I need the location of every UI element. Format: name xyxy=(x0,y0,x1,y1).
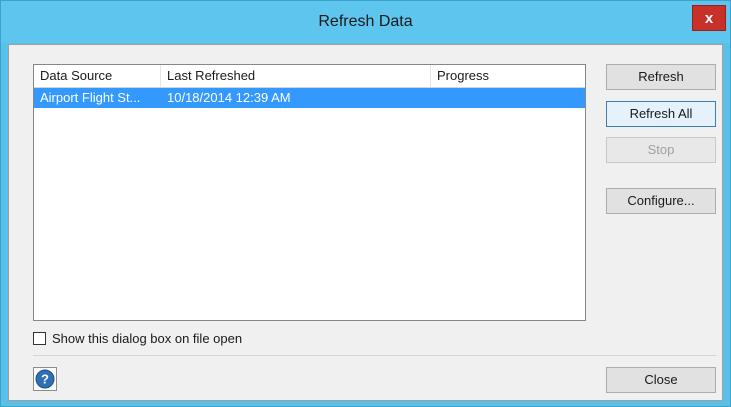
show-on-open-checkbox[interactable] xyxy=(33,332,46,345)
configure-button[interactable]: Configure... xyxy=(606,188,716,214)
stop-button: Stop xyxy=(606,137,716,163)
column-header-last-refreshed[interactable]: Last Refreshed xyxy=(161,65,431,87)
svg-text:?: ? xyxy=(41,372,49,387)
list-row[interactable]: Airport Flight St... 10/18/2014 12:39 AM xyxy=(34,88,585,108)
refresh-all-button[interactable]: Refresh All xyxy=(606,101,716,127)
help-icon[interactable]: ? xyxy=(33,367,57,391)
column-header-data-source[interactable]: Data Source xyxy=(34,65,161,87)
cell-last-refreshed: 10/18/2014 12:39 AM xyxy=(167,90,291,105)
refresh-data-dialog: Refresh Data x Data Source Last Refreshe… xyxy=(0,0,731,407)
close-window-button[interactable]: x xyxy=(692,5,726,31)
dialog-title: Refresh Data xyxy=(318,13,413,30)
dialog-body: Data Source Last Refreshed Progress Airp… xyxy=(8,44,723,401)
data-source-list[interactable]: Data Source Last Refreshed Progress Airp… xyxy=(33,64,586,321)
list-header: Data Source Last Refreshed Progress xyxy=(34,65,585,88)
title-bar[interactable]: Refresh Data x xyxy=(1,1,730,43)
column-header-progress[interactable]: Progress xyxy=(431,65,585,87)
divider xyxy=(33,355,716,356)
close-button[interactable]: Close xyxy=(606,367,716,393)
cell-progress xyxy=(431,88,585,108)
cell-data-source: Airport Flight St... xyxy=(40,90,141,105)
refresh-button[interactable]: Refresh xyxy=(606,64,716,90)
show-on-open-label[interactable]: Show this dialog box on file open xyxy=(52,331,242,347)
